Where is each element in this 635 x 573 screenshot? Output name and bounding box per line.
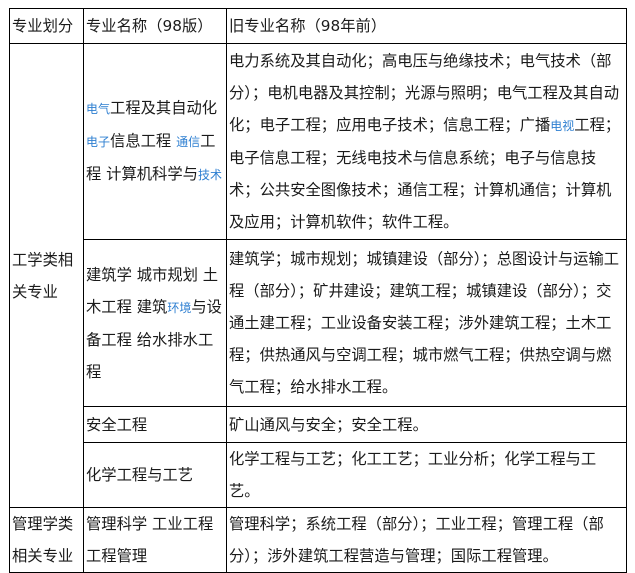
highlighted-term-link[interactable]: 环境 xyxy=(167,301,191,315)
header-major-name-98: 专业名称（98版） xyxy=(83,8,227,44)
old-major-names-cell: 化学工程与工艺；化工工艺；工业分析；化学工程与工艺。 xyxy=(226,442,627,508)
table-row: 工学类相关专业 电气工程及其自动化电子信息工程 通信工程 计算机科学与技术 电力… xyxy=(9,43,627,508)
table-row: 化学工程与工艺 化学工程与工艺；化工工艺；工业分析；化学工程与工艺。 xyxy=(10,442,627,508)
major-name-cell: 管理科学 工业工程 工程管理 xyxy=(83,507,227,573)
major-name-cell: 建筑学 城市规划 土木工程 建筑环境与设备工程 给水排水工程 xyxy=(83,239,227,407)
cell-text: 工程及其自动化 xyxy=(110,99,218,117)
old-major-names-cell: 建筑学；城市规划；城镇建设（部分）；总图设计与运输工程（部分）；矿井建设；建筑工… xyxy=(226,239,627,407)
table-row: 管理学类相关专业 管理科学 工业工程 工程管理 管理科学；系统工程（部分）；工业… xyxy=(9,507,627,573)
old-major-names-cell: 矿山通风与安全；安全工程。 xyxy=(226,406,627,443)
old-major-names-cell: 管理科学；系统工程（部分）；工业工程；管理工程（部分）；涉外建筑工程营造与管理；… xyxy=(226,507,627,573)
category-engineering: 工学类相关专业 xyxy=(9,43,84,508)
major-name-cell: 化学工程与工艺 xyxy=(83,442,227,508)
cell-text: 化学工程与工艺；化工工艺；工业分析；化学工程与工艺。 xyxy=(229,450,597,500)
major-name-cell: 安全工程 xyxy=(83,406,227,443)
highlighted-term-link[interactable]: 电视 xyxy=(550,119,574,133)
header-row: 专业划分 专业名称（98版） 旧专业名称（98年前） xyxy=(9,8,627,44)
cell-text: 建筑学；城市规划；城镇建设（部分）；总图设计与运输工程（部分）；矿井建设；建筑工… xyxy=(229,250,620,396)
highlighted-term-link[interactable]: 电子 xyxy=(86,135,110,149)
major-name-cell: 电气工程及其自动化电子信息工程 通信工程 计算机科学与技术 xyxy=(83,43,227,240)
major-mapping-table: 专业划分 专业名称（98版） 旧专业名称（98年前） 工学类相关专业 电气工程及… xyxy=(9,8,627,573)
cell-text: 安全工程 xyxy=(86,415,148,434)
category-management: 管理学类相关专业 xyxy=(9,507,84,573)
highlighted-term-link[interactable]: 电气 xyxy=(86,102,110,116)
header-category: 专业划分 xyxy=(9,8,84,44)
table-row: 建筑学 城市规划 土木工程 建筑环境与设备工程 给水排水工程 建筑学；城市规划；… xyxy=(10,239,627,407)
header-old-major-name: 旧专业名称（98年前） xyxy=(226,8,627,44)
highlighted-term-link[interactable]: 通信 xyxy=(176,135,200,149)
table-row: 安全工程 矿山通风与安全；安全工程。 xyxy=(10,406,627,443)
highlighted-term-link[interactable]: 技术 xyxy=(198,168,222,182)
cell-text: 矿山通风与安全；安全工程。 xyxy=(229,415,428,434)
cell-text: 化学工程与工艺 xyxy=(86,466,194,484)
old-major-names-cell: 电力系统及其自动化；高电压与绝缘技术；电气技术（部分）；电机电器及其控制；光源与… xyxy=(226,43,627,240)
cell-text: 信息工程 xyxy=(110,132,177,150)
